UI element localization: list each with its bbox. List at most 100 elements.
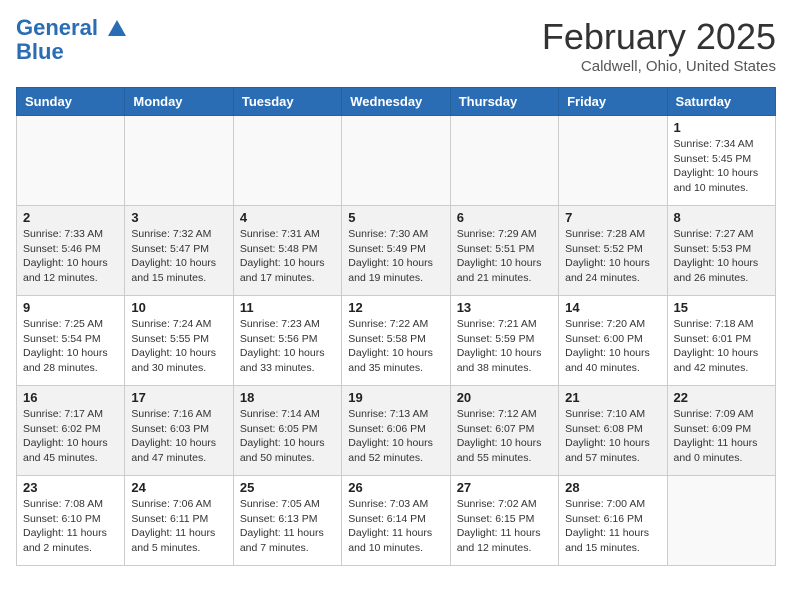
table-row: 20 Sunrise: 7:12 AM Sunset: 6:07 PM Dayli… bbox=[450, 386, 558, 476]
day-number: 10 bbox=[131, 300, 226, 315]
table-row bbox=[667, 476, 775, 566]
table-row bbox=[450, 116, 558, 206]
logo-general: General bbox=[16, 15, 98, 40]
day-number: 3 bbox=[131, 210, 226, 225]
day-number: 19 bbox=[348, 390, 443, 405]
day-number: 5 bbox=[348, 210, 443, 225]
calendar-week-row: 16 Sunrise: 7:17 AM Sunset: 6:02 PM Dayli… bbox=[17, 386, 776, 476]
day-number: 20 bbox=[457, 390, 552, 405]
table-row: 7 Sunrise: 7:28 AM Sunset: 5:52 PM Daylig… bbox=[559, 206, 667, 296]
day-info: Sunrise: 7:22 AM Sunset: 5:58 PM Dayligh… bbox=[348, 317, 443, 376]
table-row: 13 Sunrise: 7:21 AM Sunset: 5:59 PM Dayli… bbox=[450, 296, 558, 386]
calendar-week-row: 2Sunrise: 7:33 AM Sunset: 5:46 PM Daylig… bbox=[17, 206, 776, 296]
logo: General Blue bbox=[16, 16, 128, 64]
table-row: 16 Sunrise: 7:17 AM Sunset: 6:02 PM Dayli… bbox=[17, 386, 125, 476]
day-info: Sunrise: 7:18 AM Sunset: 6:01 PM Dayligh… bbox=[674, 317, 769, 376]
header-thursday: Thursday bbox=[450, 88, 558, 116]
page-header: General Blue February 2025 Caldwell, Ohi… bbox=[16, 16, 776, 75]
table-row bbox=[17, 116, 125, 206]
table-row: 19 Sunrise: 7:13 AM Sunset: 6:06 PM Dayli… bbox=[342, 386, 450, 476]
calendar-week-row: 23 Sunrise: 7:08 AM Sunset: 6:10 PM Dayli… bbox=[17, 476, 776, 566]
day-number: 14 bbox=[565, 300, 660, 315]
day-number: 27 bbox=[457, 480, 552, 495]
day-info: Sunrise: 7:29 AM Sunset: 5:51 PM Dayligh… bbox=[457, 227, 552, 286]
day-info: Sunrise: 7:28 AM Sunset: 5:52 PM Dayligh… bbox=[565, 227, 660, 286]
day-info: Sunrise: 7:34 AM Sunset: 5:45 PM Dayligh… bbox=[674, 137, 769, 196]
table-row: 17 Sunrise: 7:16 AM Sunset: 6:03 PM Dayli… bbox=[125, 386, 233, 476]
title-block: February 2025 Caldwell, Ohio, United Sta… bbox=[542, 16, 776, 75]
table-row: 8Sunrise: 7:27 AM Sunset: 5:53 PM Daylig… bbox=[667, 206, 775, 296]
table-row: 11 Sunrise: 7:23 AM Sunset: 5:56 PM Dayli… bbox=[233, 296, 341, 386]
logo-blue: Blue bbox=[16, 39, 64, 64]
header-saturday: Saturday bbox=[667, 88, 775, 116]
table-row: 10Sunrise: 7:24 AM Sunset: 5:55 PM Dayli… bbox=[125, 296, 233, 386]
table-row bbox=[233, 116, 341, 206]
day-number: 8 bbox=[674, 210, 769, 225]
day-number: 4 bbox=[240, 210, 335, 225]
day-number: 1 bbox=[674, 120, 769, 135]
day-info: Sunrise: 7:06 AM Sunset: 6:11 PM Dayligh… bbox=[131, 497, 226, 556]
day-number: 23 bbox=[23, 480, 118, 495]
table-row bbox=[342, 116, 450, 206]
table-row: 18 Sunrise: 7:14 AM Sunset: 6:05 PM Dayli… bbox=[233, 386, 341, 476]
day-info: Sunrise: 7:00 AM Sunset: 6:16 PM Dayligh… bbox=[565, 497, 660, 556]
day-number: 22 bbox=[674, 390, 769, 405]
table-row bbox=[125, 116, 233, 206]
day-info: Sunrise: 7:30 AM Sunset: 5:49 PM Dayligh… bbox=[348, 227, 443, 286]
header-wednesday: Wednesday bbox=[342, 88, 450, 116]
table-row: 5 Sunrise: 7:30 AM Sunset: 5:49 PM Daylig… bbox=[342, 206, 450, 296]
day-number: 2 bbox=[23, 210, 118, 225]
day-number: 9 bbox=[23, 300, 118, 315]
header-monday: Monday bbox=[125, 88, 233, 116]
day-number: 25 bbox=[240, 480, 335, 495]
day-info: Sunrise: 7:05 AM Sunset: 6:13 PM Dayligh… bbox=[240, 497, 335, 556]
table-row: 2Sunrise: 7:33 AM Sunset: 5:46 PM Daylig… bbox=[17, 206, 125, 296]
day-info: Sunrise: 7:21 AM Sunset: 5:59 PM Dayligh… bbox=[457, 317, 552, 376]
table-row: 26Sunrise: 7:03 AM Sunset: 6:14 PM Dayli… bbox=[342, 476, 450, 566]
table-row: 22 Sunrise: 7:09 AM Sunset: 6:09 PM Dayli… bbox=[667, 386, 775, 476]
day-number: 7 bbox=[565, 210, 660, 225]
table-row bbox=[559, 116, 667, 206]
day-info: Sunrise: 7:13 AM Sunset: 6:06 PM Dayligh… bbox=[348, 407, 443, 466]
calendar-table: Sunday Monday Tuesday Wednesday Thursday… bbox=[16, 87, 776, 566]
day-info: Sunrise: 7:16 AM Sunset: 6:03 PM Dayligh… bbox=[131, 407, 226, 466]
day-number: 18 bbox=[240, 390, 335, 405]
table-row: 1 Sunrise: 7:34 AM Sunset: 5:45 PM Daylig… bbox=[667, 116, 775, 206]
table-row: 14 Sunrise: 7:20 AM Sunset: 6:00 PM Dayli… bbox=[559, 296, 667, 386]
table-row: 24 Sunrise: 7:06 AM Sunset: 6:11 PM Dayli… bbox=[125, 476, 233, 566]
header-sunday: Sunday bbox=[17, 88, 125, 116]
month-title: February 2025 bbox=[542, 16, 776, 58]
day-number: 11 bbox=[240, 300, 335, 315]
day-number: 21 bbox=[565, 390, 660, 405]
day-info: Sunrise: 7:23 AM Sunset: 5:56 PM Dayligh… bbox=[240, 317, 335, 376]
day-info: Sunrise: 7:10 AM Sunset: 6:08 PM Dayligh… bbox=[565, 407, 660, 466]
day-info: Sunrise: 7:02 AM Sunset: 6:15 PM Dayligh… bbox=[457, 497, 552, 556]
day-info: Sunrise: 7:12 AM Sunset: 6:07 PM Dayligh… bbox=[457, 407, 552, 466]
day-number: 28 bbox=[565, 480, 660, 495]
table-row: 3Sunrise: 7:32 AM Sunset: 5:47 PM Daylig… bbox=[125, 206, 233, 296]
day-info: Sunrise: 7:17 AM Sunset: 6:02 PM Dayligh… bbox=[23, 407, 118, 466]
day-info: Sunrise: 7:31 AM Sunset: 5:48 PM Dayligh… bbox=[240, 227, 335, 286]
table-row: 4 Sunrise: 7:31 AM Sunset: 5:48 PM Daylig… bbox=[233, 206, 341, 296]
day-info: Sunrise: 7:14 AM Sunset: 6:05 PM Dayligh… bbox=[240, 407, 335, 466]
day-info: Sunrise: 7:08 AM Sunset: 6:10 PM Dayligh… bbox=[23, 497, 118, 556]
day-info: Sunrise: 7:20 AM Sunset: 6:00 PM Dayligh… bbox=[565, 317, 660, 376]
day-number: 15 bbox=[674, 300, 769, 315]
table-row: 12 Sunrise: 7:22 AM Sunset: 5:58 PM Dayli… bbox=[342, 296, 450, 386]
calendar-week-row: 1 Sunrise: 7:34 AM Sunset: 5:45 PM Daylig… bbox=[17, 116, 776, 206]
day-info: Sunrise: 7:09 AM Sunset: 6:09 PM Dayligh… bbox=[674, 407, 769, 466]
table-row: 23 Sunrise: 7:08 AM Sunset: 6:10 PM Dayli… bbox=[17, 476, 125, 566]
day-info: Sunrise: 7:25 AM Sunset: 5:54 PM Dayligh… bbox=[23, 317, 118, 376]
table-row: 6Sunrise: 7:29 AM Sunset: 5:51 PM Daylig… bbox=[450, 206, 558, 296]
day-number: 24 bbox=[131, 480, 226, 495]
table-row: 15 Sunrise: 7:18 AM Sunset: 6:01 PM Dayli… bbox=[667, 296, 775, 386]
calendar-week-row: 9 Sunrise: 7:25 AM Sunset: 5:54 PM Daylig… bbox=[17, 296, 776, 386]
day-number: 13 bbox=[457, 300, 552, 315]
day-number: 17 bbox=[131, 390, 226, 405]
day-number: 12 bbox=[348, 300, 443, 315]
day-number: 26 bbox=[348, 480, 443, 495]
day-number: 16 bbox=[23, 390, 118, 405]
logo-icon bbox=[106, 18, 128, 40]
table-row: 28 Sunrise: 7:00 AM Sunset: 6:16 PM Dayli… bbox=[559, 476, 667, 566]
header-friday: Friday bbox=[559, 88, 667, 116]
